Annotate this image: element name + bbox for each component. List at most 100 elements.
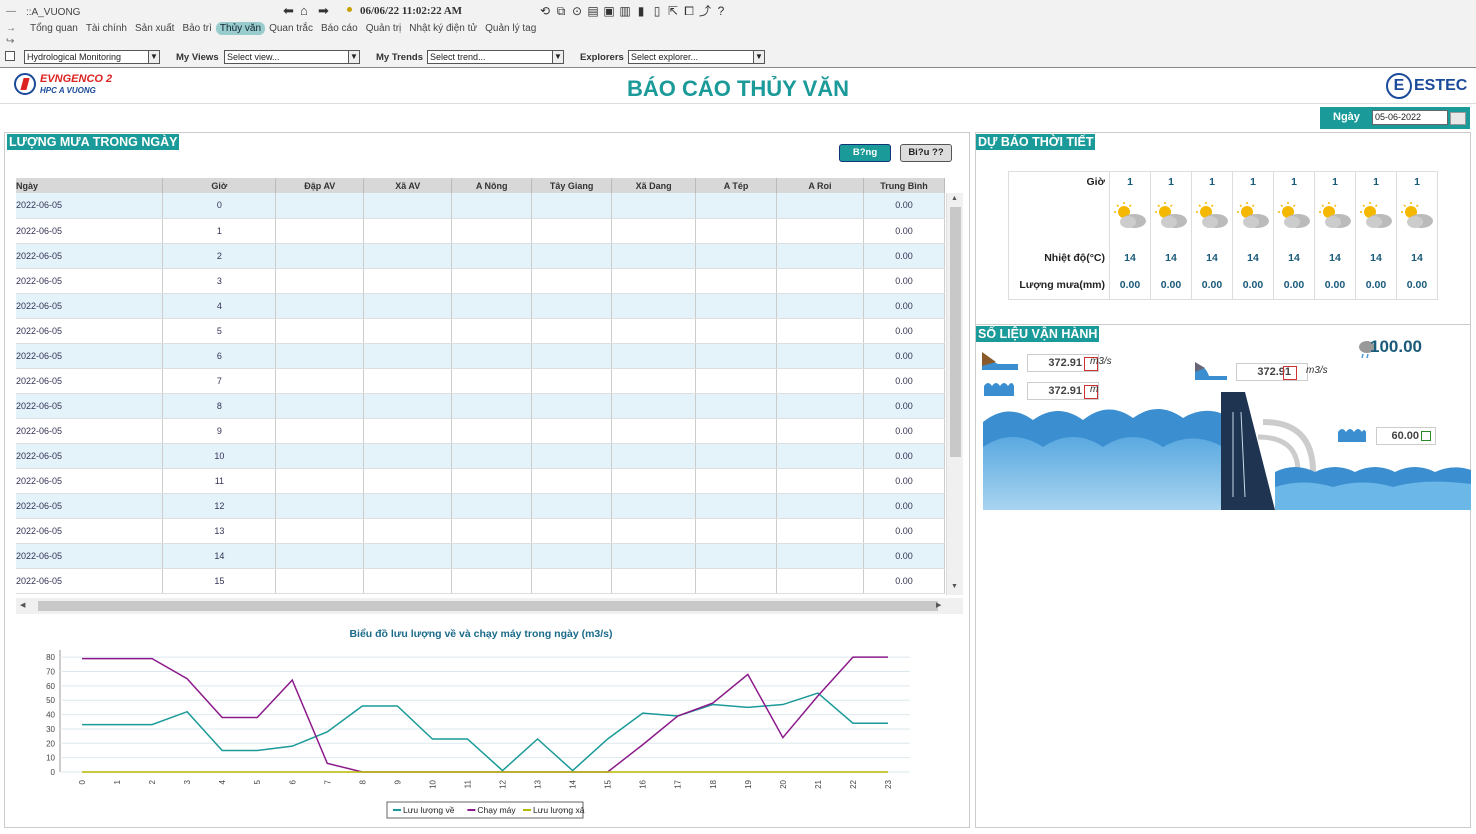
col-average[interactable]: Trung Bình xyxy=(863,178,946,193)
nav-arrow-icon[interactable]: → xyxy=(6,23,16,34)
explorers-select[interactable]: Select explorer... ▼ xyxy=(628,50,765,64)
table-row[interactable]: 2022-06-05 15 0.00 xyxy=(16,568,946,594)
panel-toggle-checkbox[interactable] xyxy=(5,51,15,61)
col-hour[interactable]: Giờ xyxy=(162,178,277,193)
cell-empty xyxy=(451,193,533,219)
cell-empty xyxy=(275,318,365,344)
cell-hour: 2 xyxy=(162,243,277,269)
horizontal-scrollbar[interactable]: ◀ ▶ xyxy=(16,598,963,614)
cell-empty xyxy=(611,343,697,369)
col-xa-dang[interactable]: Xã Dang xyxy=(611,178,697,193)
cell-empty xyxy=(275,443,365,469)
table-row[interactable]: 2022-06-05 2 0.00 xyxy=(16,243,946,269)
scroll-left-icon[interactable]: ◀ xyxy=(20,601,25,609)
bookmark-icon[interactable]: ▯ xyxy=(650,4,664,18)
return-icon[interactable]: ↪ xyxy=(6,36,14,47)
cell-empty xyxy=(695,343,778,369)
hour-cell: 1 xyxy=(1150,171,1192,192)
y-tick-label: 50 xyxy=(46,696,55,705)
cell-empty xyxy=(451,393,533,419)
cell-average: 0.00 xyxy=(863,193,946,219)
calendar-icon[interactable] xyxy=(1450,112,1466,125)
tab-production[interactable]: Sản xuất xyxy=(131,22,178,35)
cell-average: 0.00 xyxy=(863,243,946,269)
tab-logbook[interactable]: Nhật ký điện tử xyxy=(405,22,481,35)
cell-empty xyxy=(363,493,453,519)
col-xa-av[interactable]: Xã AV xyxy=(363,178,453,193)
scroll-up-icon[interactable]: ▲ xyxy=(951,195,958,202)
table-row[interactable]: 2022-06-05 10 0.00 xyxy=(16,443,946,469)
table-row[interactable]: 2022-06-05 12 0.00 xyxy=(16,493,946,519)
table-row[interactable]: 2022-06-05 14 0.00 xyxy=(16,543,946,569)
cell-empty xyxy=(695,468,778,494)
scroll-down-icon[interactable]: ▼ xyxy=(951,583,958,590)
x-tick-label: 12 xyxy=(499,779,508,788)
col-date[interactable]: Ngày xyxy=(16,178,164,193)
tab-finance[interactable]: Tài chính xyxy=(82,22,131,35)
user-icon[interactable]: ▮ xyxy=(634,4,648,18)
popout-icon[interactable]: ⇱ xyxy=(666,4,680,18)
outflow-unit: m3/s xyxy=(1306,365,1328,376)
collapse-icon[interactable]: — xyxy=(6,6,16,17)
hour-cell: 1 xyxy=(1232,171,1274,192)
cell-hour: 14 xyxy=(162,543,277,569)
col-tay-giang[interactable]: Tây Giang xyxy=(531,178,613,193)
tab-admin[interactable]: Quản trị xyxy=(362,22,406,35)
table-row[interactable]: 2022-06-05 7 0.00 xyxy=(16,368,946,394)
table-row[interactable]: 2022-06-05 11 0.00 xyxy=(16,468,946,494)
table-view-button[interactable]: B?ng xyxy=(839,144,891,162)
tab-monitoring[interactable]: Quan trắc xyxy=(265,22,317,35)
back-icon[interactable]: ⬅ xyxy=(283,3,294,19)
chart-view-button[interactable]: Bi?u ?? xyxy=(900,144,952,162)
cell-hour: 5 xyxy=(162,318,277,344)
divider xyxy=(975,324,1471,325)
cell-empty xyxy=(363,568,453,594)
compare-icon[interactable]: ⧉ xyxy=(554,4,568,18)
table-row[interactable]: 2022-06-05 5 0.00 xyxy=(16,318,946,344)
horizontal-scroll-thumb[interactable] xyxy=(38,601,938,611)
table-row[interactable]: 2022-06-05 4 0.00 xyxy=(16,293,946,319)
col-dap-av[interactable]: Đập AV xyxy=(275,178,365,193)
col-a-nong[interactable]: A Nông xyxy=(451,178,533,193)
table-row[interactable]: 2022-06-05 8 0.00 xyxy=(16,393,946,419)
col-a-roi[interactable]: A Roi xyxy=(776,178,864,193)
tab-maintenance[interactable]: Bảo trì xyxy=(178,22,215,35)
trend-icon[interactable]: ⤴ xyxy=(698,4,712,18)
date-input[interactable]: 05-06-2022 xyxy=(1372,110,1448,125)
home-icon[interactable]: ⌂ xyxy=(300,3,308,18)
scroll-right-icon[interactable]: ▶ xyxy=(936,601,941,609)
table-row[interactable]: 2022-06-05 9 0.00 xyxy=(16,418,946,444)
vertical-scrollbar[interactable]: ▲ ▼ xyxy=(946,193,963,595)
display-select[interactable]: Hydrological Monitoring ▼ xyxy=(24,50,160,64)
table-row[interactable]: 2022-06-05 1 0.00 xyxy=(16,218,946,244)
rain-cell: 0.00 xyxy=(1150,271,1192,300)
tab-tag-management[interactable]: Quản lý tag xyxy=(481,22,540,35)
tab-hydrology[interactable]: Thủy văn xyxy=(215,22,266,35)
print-icon[interactable]: ▤ xyxy=(586,4,600,18)
export-icon[interactable]: ▣ xyxy=(602,4,616,18)
cell-average: 0.00 xyxy=(863,468,946,494)
cell-hour: 3 xyxy=(162,268,277,294)
document-icon[interactable]: ▥ xyxy=(618,4,632,18)
window-icon[interactable]: ⧠ xyxy=(682,4,696,18)
refresh-icon[interactable]: ⟲ xyxy=(538,4,552,18)
tab-reports[interactable]: Báo cáo xyxy=(317,22,362,35)
help-icon[interactable]: ? xyxy=(714,4,728,18)
table-row[interactable]: 2022-06-05 13 0.00 xyxy=(16,518,946,544)
locate-icon[interactable]: ⊙ xyxy=(570,4,584,18)
cell-empty xyxy=(451,243,533,269)
cell-empty xyxy=(695,493,778,519)
table-row[interactable]: 2022-06-05 6 0.00 xyxy=(16,343,946,369)
my-trends-select[interactable]: Select trend... ▼ xyxy=(427,50,564,64)
cell-empty xyxy=(451,493,533,519)
tab-overview[interactable]: Tổng quan xyxy=(26,22,82,35)
table-row[interactable]: 2022-06-05 0 0.00 xyxy=(16,193,946,219)
y-tick-label: 60 xyxy=(46,682,55,691)
cell-empty xyxy=(611,193,697,219)
table-row[interactable]: 2022-06-05 3 0.00 xyxy=(16,268,946,294)
my-views-select[interactable]: Select view... ▼ xyxy=(224,50,360,64)
temp-cell: 14 xyxy=(1150,243,1192,272)
col-a-tep[interactable]: A Tép xyxy=(695,178,778,193)
forward-icon[interactable]: ➡ xyxy=(318,3,329,19)
vertical-scroll-thumb[interactable] xyxy=(950,207,961,457)
